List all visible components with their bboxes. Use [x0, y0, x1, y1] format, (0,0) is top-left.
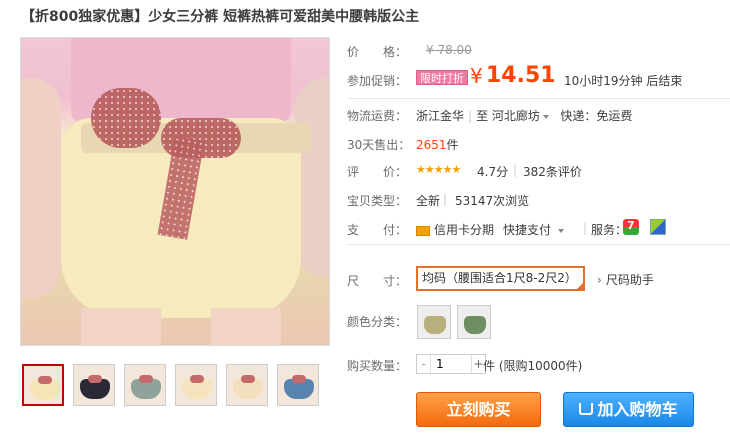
size-option-selected[interactable]: 均码（腰围适合1尺8-2尺2）: [416, 266, 585, 291]
original-price: ¥ 78.00: [426, 43, 472, 57]
thumbnail-4[interactable]: [175, 364, 217, 406]
quantity-stepper: - +: [416, 354, 486, 374]
review-count-link[interactable]: 382条评价: [523, 163, 582, 180]
main-product-image[interactable]: [20, 37, 330, 346]
size-helper-link[interactable]: › 尺码助手: [597, 271, 654, 288]
sales-count: 2651: [416, 138, 447, 152]
cart-icon: [579, 402, 594, 415]
size-label: 尺 寸：: [347, 274, 408, 288]
color-label: 颜色分类：: [347, 315, 408, 329]
rating-label: 评 价：: [347, 165, 408, 179]
sales-value: 2651件: [416, 136, 459, 153]
thumbnail-5[interactable]: [226, 364, 268, 406]
ship-from: 浙江金华: [416, 109, 465, 123]
thumbnail-1[interactable]: [22, 364, 64, 406]
price-label: 价 格：: [347, 45, 408, 59]
add-to-cart-button[interactable]: 加入购物车: [563, 392, 694, 427]
sales-unit: 件: [446, 138, 459, 152]
ship-sep: 至: [476, 109, 489, 123]
rating-stars-icon: ★★★★★: [416, 163, 461, 176]
currency-symbol: ¥: [470, 64, 483, 88]
color-option-1[interactable]: [417, 305, 451, 339]
rating-score: 4.7分: [477, 165, 509, 179]
chevron-right-icon: ›: [597, 273, 602, 287]
quantity-label: 购买数量：: [347, 359, 408, 373]
chevron-down-icon: [542, 114, 549, 119]
item-condition: 全新: [416, 194, 441, 208]
ship-to-select[interactable]: 河北廊坊: [492, 109, 549, 123]
promo-price: 14.51: [486, 63, 556, 88]
quick-pay-select[interactable]: 快捷支付: [503, 221, 564, 238]
thumbnail-3[interactable]: [124, 364, 166, 406]
quantity-input[interactable]: [431, 355, 471, 373]
quantity-decrease-button[interactable]: -: [417, 355, 431, 373]
shipping-route: 浙江金华 | 至 河北廊坊 快递：免运费: [416, 109, 633, 123]
promo-label: 参加促销：: [347, 74, 408, 88]
seven-day-return-icon[interactable]: 7: [623, 219, 639, 235]
quantity-limit: 件 (限购10000件): [483, 359, 583, 373]
divider: [347, 244, 730, 245]
thumbnail-2[interactable]: [73, 364, 115, 406]
promo-countdown: 10小时19分钟 后结束: [564, 74, 683, 88]
item-type-label: 宝贝类型：: [347, 194, 408, 208]
product-title: 【折800独家优惠】少女三分裤 短裤热裤可爱甜美中腰韩版公主: [21, 9, 420, 25]
service-label: 服务：: [591, 223, 628, 237]
checkmark-icon: [575, 281, 585, 291]
color-option-2[interactable]: [457, 305, 491, 339]
thumbnail-strip: [22, 364, 328, 406]
credit-card-icon: [416, 225, 430, 236]
sales-label: 30天售出：: [347, 138, 411, 152]
buy-now-button[interactable]: 立刻购买: [416, 392, 541, 427]
divider: [347, 98, 730, 99]
shipping-label: 物流运费：: [347, 109, 408, 123]
chevron-down-icon: [557, 228, 564, 233]
promo-badge: 限时打折: [416, 70, 468, 85]
view-count: 53147次浏览: [455, 194, 530, 208]
thumbnail-6[interactable]: [277, 364, 319, 406]
credit-installment[interactable]: 信用卡分期: [416, 221, 494, 238]
shipping-method: 快递：免运费: [560, 109, 633, 123]
consumer-guarantee-icon[interactable]: [650, 219, 666, 235]
payment-label: 支 付：: [347, 223, 408, 237]
